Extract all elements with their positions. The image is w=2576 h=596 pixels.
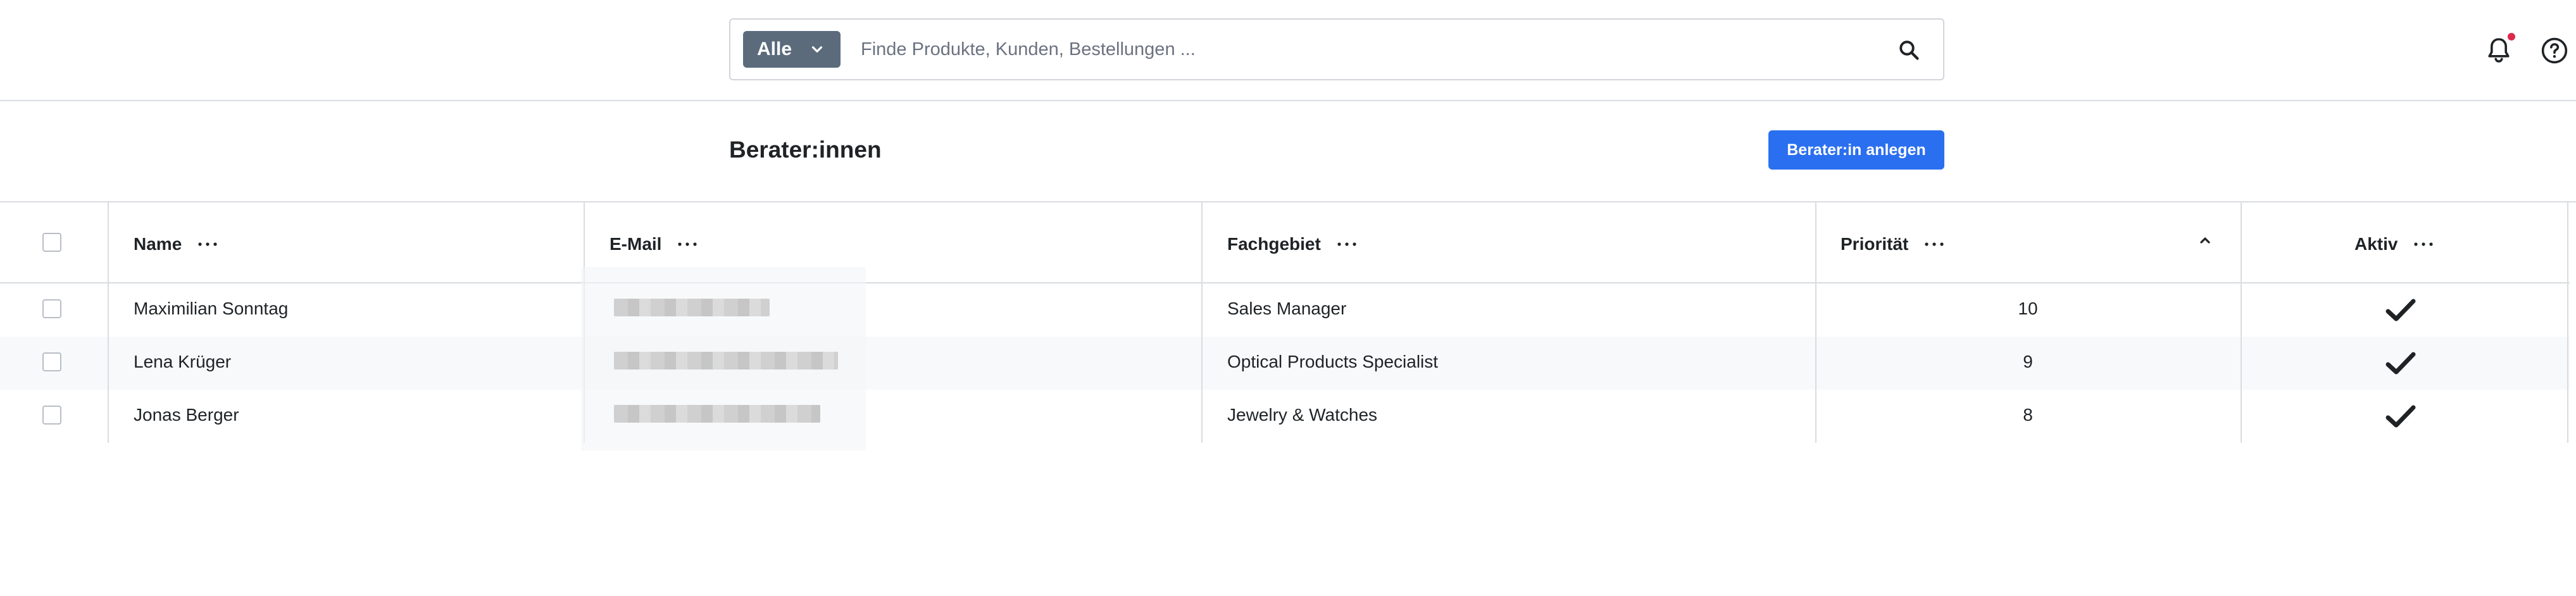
- cell-name: Lena Krüger: [134, 352, 232, 371]
- cell-name: Jonas Berger: [134, 405, 239, 425]
- column-divider: [2567, 202, 2568, 443]
- cell-field: Optical Products Specialist: [1227, 352, 1439, 371]
- column-header-active[interactable]: Aktiv: [2354, 232, 2434, 257]
- column-divider: [1815, 202, 1816, 443]
- column-header-label: Name: [134, 234, 182, 254]
- row-checkbox[interactable]: [42, 406, 61, 425]
- ellipsis-icon[interactable]: [677, 241, 698, 247]
- ellipsis-icon[interactable]: [1923, 241, 1945, 247]
- search-icon[interactable]: [1898, 39, 1920, 61]
- cell-priority: 8: [2023, 405, 2033, 425]
- top-bar: Alle: [0, 0, 2576, 101]
- help-icon[interactable]: [2539, 35, 2570, 66]
- column-header-email[interactable]: E-Mail: [610, 232, 698, 257]
- row-checkbox[interactable]: [42, 299, 61, 318]
- search-scope-dropdown[interactable]: Alle: [743, 31, 841, 68]
- column-header-field[interactable]: Fachgebiet: [1227, 232, 1358, 257]
- page-title: Berater:innen: [729, 137, 882, 163]
- column-header-priority[interactable]: Priorität: [1841, 232, 1945, 257]
- checkmark-icon: [2385, 352, 2416, 375]
- chevron-down-icon: [811, 46, 823, 53]
- column-header-name[interactable]: Name: [134, 232, 218, 257]
- ellipsis-icon[interactable]: [1336, 241, 1358, 247]
- advisors-table: Name E-Mail Fachgebiet Priorität Aktiv M…: [0, 202, 2570, 450]
- cell-email-redacted: [614, 299, 770, 316]
- column-divider: [2241, 202, 2242, 443]
- cell-priority: 9: [2023, 352, 2033, 371]
- cell-field: Sales Manager: [1227, 299, 1347, 318]
- row-checkbox[interactable]: [42, 352, 61, 371]
- column-header-label: Fachgebiet: [1227, 234, 1321, 254]
- column-header-label: E-Mail: [610, 234, 662, 254]
- cell-email-redacted: [614, 405, 820, 423]
- cell-name: Maximilian Sonntag: [134, 299, 289, 318]
- cell-priority: 10: [2018, 299, 2038, 318]
- ellipsis-icon[interactable]: [2413, 241, 2434, 247]
- notification-badge: [2508, 33, 2515, 40]
- create-advisor-button[interactable]: Berater:in anlegen: [1768, 130, 1944, 170]
- select-all-checkbox[interactable]: [42, 233, 61, 252]
- column-header-label: Aktiv: [2354, 234, 2398, 254]
- chevron-up-icon[interactable]: [2198, 233, 2213, 248]
- column-header-label: Priorität: [1841, 234, 1909, 254]
- checkmark-icon: [2385, 405, 2416, 428]
- column-divider: [1201, 202, 1203, 443]
- search-scope-label: Alle: [757, 39, 792, 59]
- header-divider: [0, 282, 2570, 283]
- cell-field: Jewelry & Watches: [1227, 405, 1378, 425]
- checkmark-icon: [2385, 299, 2416, 321]
- global-search: Alle: [729, 18, 1944, 80]
- cell-email-redacted: [614, 352, 838, 369]
- search-input[interactable]: [861, 31, 1861, 68]
- column-divider: [108, 202, 109, 443]
- page-header: Berater:innen Berater:in anlegen: [0, 101, 2576, 202]
- ellipsis-icon[interactable]: [197, 241, 218, 247]
